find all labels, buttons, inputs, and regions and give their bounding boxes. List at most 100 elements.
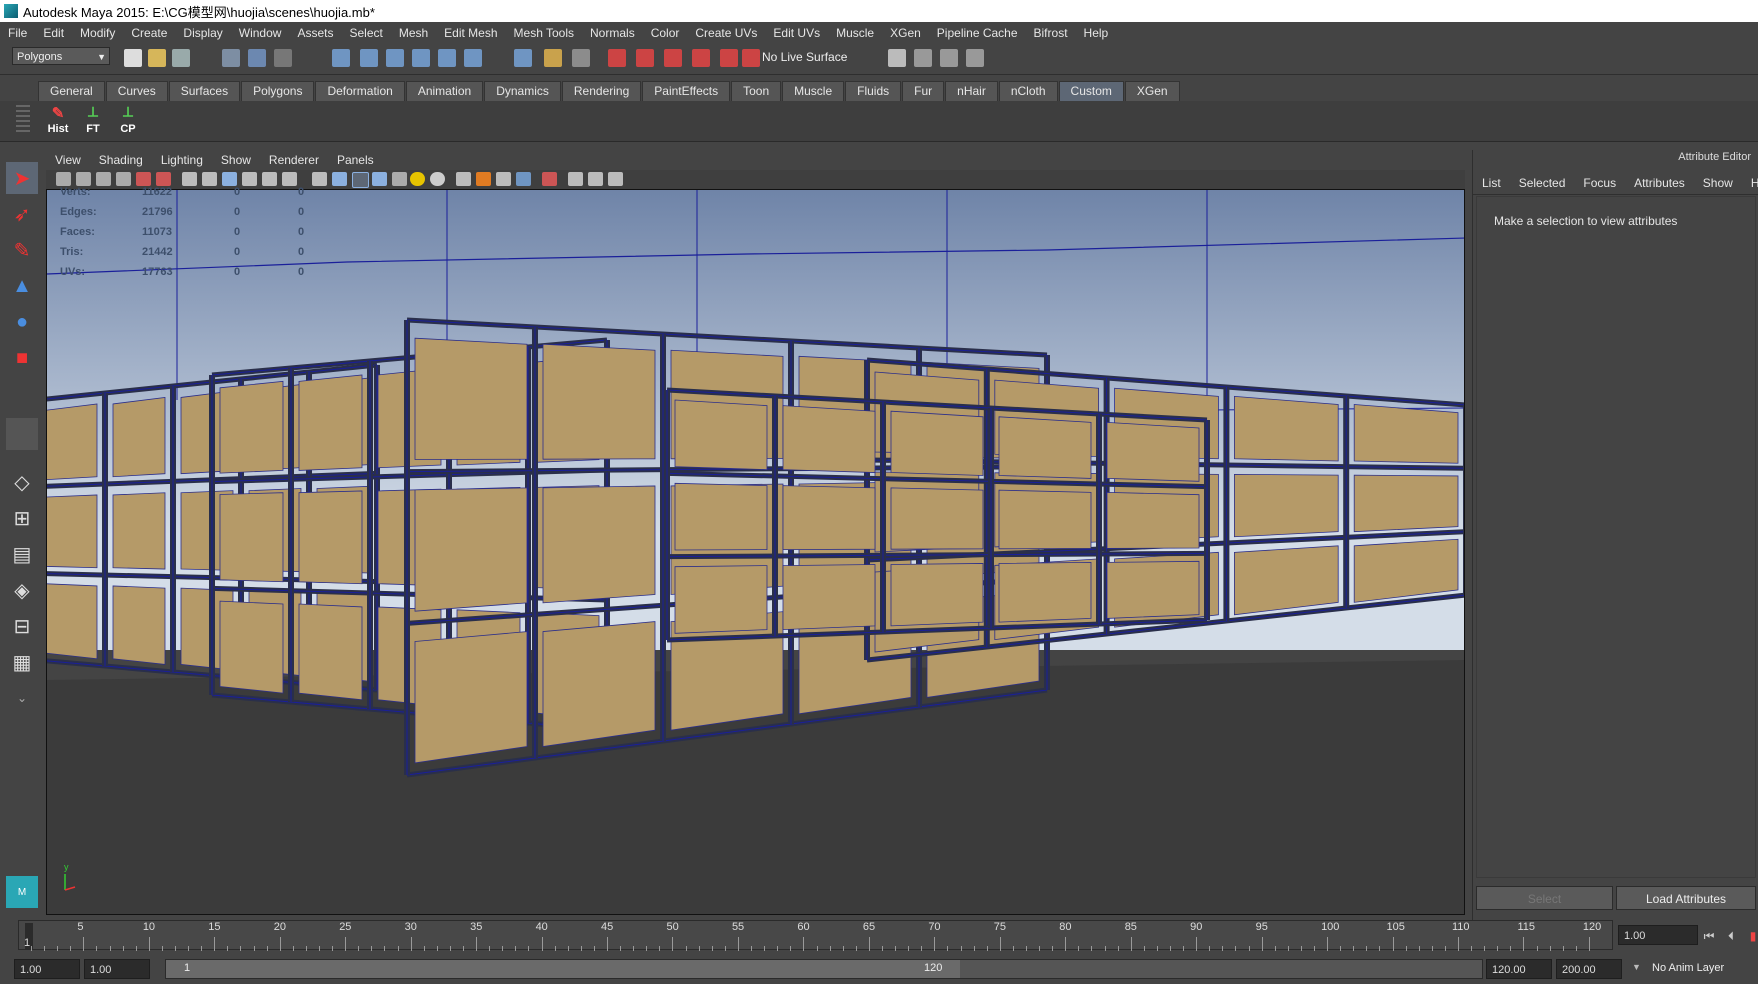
rotate-tool-icon[interactable]: ● bbox=[6, 306, 38, 338]
lock-icon[interactable] bbox=[544, 49, 562, 67]
more-layouts-icon[interactable]: ⌄ bbox=[6, 682, 38, 714]
resolution-gate-icon[interactable] bbox=[222, 172, 237, 186]
time-slider[interactable]: 1 5 10 15 20 25 30 35 40 45 50 55 60 65 70 75 80 85 90 95 1… bbox=[0, 920, 1758, 952]
safe-action-icon[interactable] bbox=[282, 172, 297, 186]
hud-toggle-icon[interactable] bbox=[608, 172, 623, 186]
range-slider-track[interactable]: 1 120 bbox=[165, 959, 1483, 979]
shelf-menu-handle-icon[interactable] bbox=[16, 105, 30, 135]
go-to-start-icon[interactable]: ⏮ bbox=[1700, 927, 1718, 945]
ipr-render-icon[interactable] bbox=[664, 49, 682, 67]
menu-assets[interactable]: Assets bbox=[289, 22, 341, 44]
select-hierarchy-icon[interactable] bbox=[222, 49, 240, 67]
image-plane-icon[interactable] bbox=[116, 172, 131, 186]
show-hide-panel-icon[interactable] bbox=[888, 49, 906, 67]
new-scene-icon[interactable] bbox=[124, 49, 142, 67]
play-back-icon[interactable]: ▮ bbox=[1744, 927, 1758, 945]
snap-curve-icon[interactable] bbox=[360, 49, 378, 67]
select-button[interactable]: Select bbox=[1476, 886, 1613, 910]
graph-editor-layout-icon[interactable]: ◈ bbox=[6, 574, 38, 606]
range-slider-handle[interactable] bbox=[166, 960, 960, 978]
wireframe-icon[interactable] bbox=[312, 172, 327, 186]
load-attributes-button[interactable]: Load Attributes bbox=[1616, 886, 1756, 910]
tab-custom[interactable]: Custom bbox=[1058, 81, 1124, 101]
camera-attributes-icon[interactable] bbox=[76, 172, 91, 186]
attr-menu-help[interactable]: Help bbox=[1742, 172, 1758, 194]
grease-pencil-icon[interactable] bbox=[156, 172, 171, 186]
magnet-icon[interactable] bbox=[720, 49, 738, 67]
tab-xgen[interactable]: XGen bbox=[1124, 81, 1180, 101]
panel-menu-view[interactable]: View bbox=[46, 153, 90, 167]
tab-surfaces[interactable]: Surfaces bbox=[168, 81, 241, 101]
snap-view-icon[interactable] bbox=[464, 49, 482, 67]
menu-modify[interactable]: Modify bbox=[72, 22, 123, 44]
menu-edit-uvs[interactable]: Edit UVs bbox=[765, 22, 828, 44]
motion-blur-icon[interactable] bbox=[496, 172, 511, 186]
toggle-channel-box-icon[interactable] bbox=[914, 49, 932, 67]
shadows-icon[interactable] bbox=[456, 172, 471, 186]
menu-normals[interactable]: Normals bbox=[582, 22, 643, 44]
panel-menu-shading[interactable]: Shading bbox=[90, 153, 152, 167]
selection-mask-icon[interactable] bbox=[572, 49, 590, 67]
menu-mesh[interactable]: Mesh bbox=[391, 22, 436, 44]
isolate-select-icon[interactable] bbox=[542, 172, 557, 186]
xray-icon[interactable] bbox=[392, 172, 407, 186]
attr-menu-list[interactable]: List bbox=[1473, 172, 1510, 194]
default-light-icon[interactable] bbox=[430, 172, 445, 186]
tab-animation[interactable]: Animation bbox=[405, 81, 484, 101]
time-slider-track[interactable]: 1 5 10 15 20 25 30 35 40 45 50 55 60 65 70 75 80 85 90 95 1… bbox=[18, 920, 1613, 951]
film-gate-icon[interactable] bbox=[202, 172, 217, 186]
save-scene-icon[interactable] bbox=[172, 49, 190, 67]
lasso-tool-icon[interactable]: ➶ bbox=[6, 198, 38, 230]
tab-polygons[interactable]: Polygons bbox=[241, 81, 315, 101]
attr-menu-selected[interactable]: Selected bbox=[1510, 172, 1575, 194]
menu-create[interactable]: Create bbox=[123, 22, 175, 44]
menu-window[interactable]: Window bbox=[231, 22, 290, 44]
ambient-occlusion-icon[interactable] bbox=[476, 172, 491, 186]
scale-tool-icon[interactable]: ■ bbox=[6, 342, 38, 374]
tab-nhair[interactable]: nHair bbox=[945, 81, 998, 101]
snap-surface-icon[interactable] bbox=[438, 49, 456, 67]
gate-mask-icon[interactable] bbox=[242, 172, 257, 186]
menu-edit[interactable]: Edit bbox=[35, 22, 72, 44]
select-component-icon[interactable] bbox=[274, 49, 292, 67]
snap-plane-icon[interactable] bbox=[412, 49, 430, 67]
tab-muscle[interactable]: Muscle bbox=[782, 81, 845, 101]
end-time-field[interactable]: 200.00 bbox=[1556, 959, 1622, 979]
menu-create-uvs[interactable]: Create UVs bbox=[687, 22, 765, 44]
tab-fluids[interactable]: Fluids bbox=[845, 81, 902, 101]
open-scene-icon[interactable] bbox=[148, 49, 166, 67]
snap-grid-icon[interactable] bbox=[332, 49, 350, 67]
menu-file[interactable]: File bbox=[0, 22, 35, 44]
dope-sheet-layout-icon[interactable]: ▦ bbox=[6, 646, 38, 678]
four-view-layout-icon[interactable]: ⊞ bbox=[6, 502, 38, 534]
chevron-down-icon[interactable]: ▼ bbox=[1632, 962, 1641, 972]
menu-select[interactable]: Select bbox=[341, 22, 390, 44]
current-time-field[interactable]: 1.00 bbox=[1618, 925, 1698, 945]
menu-muscle[interactable]: Muscle bbox=[828, 22, 882, 44]
tab-painteffects[interactable]: PaintEffects bbox=[642, 81, 731, 101]
menu-display[interactable]: Display bbox=[175, 22, 230, 44]
last-tool-icon[interactable] bbox=[6, 418, 38, 450]
xray-joints-icon[interactable] bbox=[568, 172, 583, 186]
smooth-shade-icon[interactable] bbox=[332, 172, 347, 186]
menu-xgen[interactable]: XGen bbox=[882, 22, 929, 44]
menu-edit-mesh[interactable]: Edit Mesh bbox=[436, 22, 505, 44]
perspective-viewport[interactable]: y bbox=[46, 189, 1465, 915]
bookmark-icon[interactable] bbox=[96, 172, 111, 186]
hypershade-layout-icon[interactable]: ⊟ bbox=[6, 610, 38, 642]
snap-point-icon[interactable] bbox=[386, 49, 404, 67]
move-tool-icon[interactable]: ▲ bbox=[6, 270, 38, 302]
live-surface-icon[interactable] bbox=[742, 49, 760, 67]
paint-select-tool-icon[interactable]: ✎ bbox=[6, 234, 38, 266]
attr-menu-focus[interactable]: Focus bbox=[1574, 172, 1625, 194]
wireframe-on-shaded-icon[interactable] bbox=[352, 172, 369, 188]
shelf-button-ft[interactable]: ⟂ FT bbox=[78, 104, 108, 138]
tab-fur[interactable]: Fur bbox=[902, 81, 945, 101]
start-time-field[interactable]: 1.00 bbox=[14, 959, 80, 979]
render-current-icon[interactable] bbox=[636, 49, 654, 67]
anti-aliasing-icon[interactable] bbox=[516, 172, 531, 186]
grid-icon[interactable] bbox=[182, 172, 197, 186]
menu-help[interactable]: Help bbox=[1076, 22, 1117, 44]
menu-mesh-tools[interactable]: Mesh Tools bbox=[506, 22, 582, 44]
toggle-attribute-editor-icon[interactable] bbox=[966, 49, 984, 67]
